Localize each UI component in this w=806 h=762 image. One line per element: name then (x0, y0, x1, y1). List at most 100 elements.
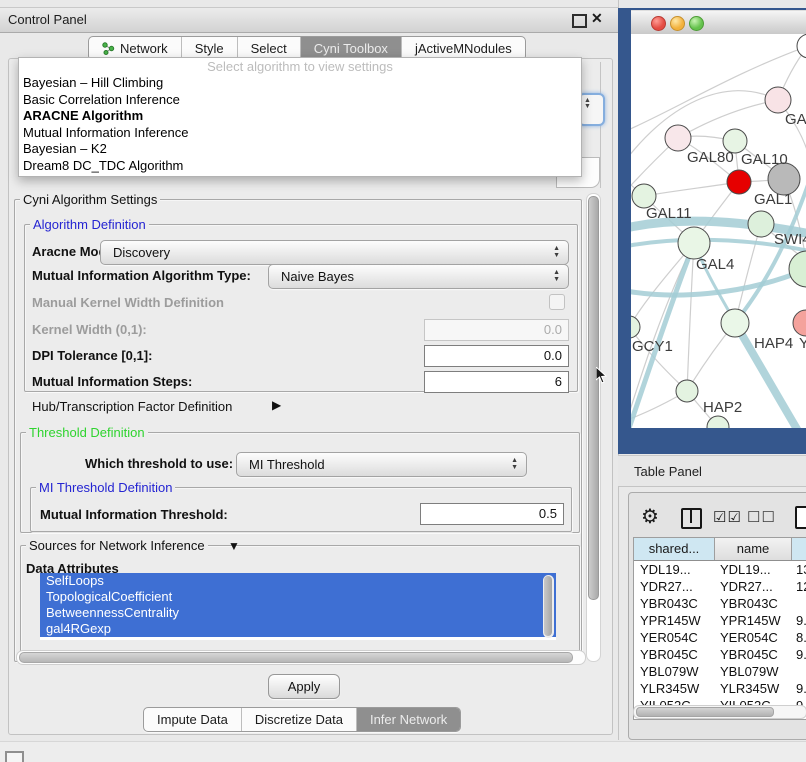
network-canvas[interactable]: GALGAL80GAL10GAL1GAL11SWI4GAL4GCY1HAP4YH… (631, 34, 806, 428)
network-node-hap4[interactable] (721, 309, 749, 337)
show-columns-icon[interactable] (681, 508, 702, 529)
network-node-gal4[interactable] (678, 227, 710, 259)
network-node-gal80[interactable] (665, 125, 691, 151)
spinner-icon: ▲▼ (553, 245, 560, 259)
table-row-1: YDR27...YDR27...12 (634, 578, 806, 595)
table-cell[interactable]: YDL19... (714, 561, 790, 578)
scrollbar-thumb[interactable] (636, 707, 774, 717)
table-panel-titlebar[interactable]: Table Panel (618, 455, 806, 487)
scrollbar-thumb[interactable] (19, 652, 573, 663)
network-node[interactable] (797, 34, 806, 58)
network-node-y[interactable] (793, 310, 806, 336)
minimize-traffic-light[interactable] (670, 16, 685, 31)
table-cell[interactable]: 9. (790, 646, 806, 663)
apply-button[interactable]: Apply (268, 674, 340, 699)
table-cell[interactable]: YPR145W (634, 612, 714, 629)
table-cell[interactable]: 13 (790, 561, 806, 578)
bottom-tab-discretize-data[interactable]: Discretize Data (241, 708, 356, 731)
attributes-scrollbar[interactable] (543, 575, 554, 638)
column-header-shared[interactable]: shared... (634, 538, 715, 560)
manual-kernel-label: Manual Kernel Width Definition (32, 295, 224, 310)
table-cell[interactable]: YLR345W (634, 680, 714, 697)
table-cell[interactable]: 8. (790, 629, 806, 646)
gear-icon[interactable]: ⚙ (641, 504, 659, 529)
network-node-gal[interactable] (765, 87, 791, 113)
data-attribute-item-betweennesscentrality[interactable]: BetweennessCentrality (40, 605, 556, 621)
table-cell[interactable]: YBR043C (714, 595, 790, 612)
minimized-panel-icon[interactable] (5, 751, 24, 762)
data-attribute-item-selfloops[interactable]: SelfLoops (40, 573, 556, 589)
unselect-all-columns-icon[interactable]: ☐☐ (747, 508, 776, 526)
algorithm-combobox-fragment[interactable]: ▲▼ (578, 93, 605, 126)
mi-steps-input[interactable]: 6 (424, 371, 569, 393)
table-cell[interactable]: 9. (790, 612, 806, 629)
network-window-titlebar[interactable] (631, 10, 806, 36)
kernel-width-input[interactable]: 0.0 (424, 319, 569, 341)
manual-kernel-checkbox[interactable] (549, 294, 565, 310)
table-cell[interactable]: YBL079W (634, 663, 714, 680)
table-cell[interactable]: YER054C (634, 629, 714, 646)
column-header-name[interactable]: name (715, 538, 792, 560)
sources-group-title[interactable]: Sources for Network Inference (26, 538, 208, 553)
table-cell[interactable]: YPR145W (714, 612, 790, 629)
expand-triangle-icon[interactable]: ▶ (272, 398, 281, 412)
data-attribute-item-topologicalcoefficient[interactable]: TopologicalCoefficient (40, 589, 556, 605)
table-cell[interactable]: YER054C (714, 629, 790, 646)
settings-vertical-scrollbar[interactable] (586, 193, 601, 662)
table-cell[interactable]: YBR043C (634, 595, 714, 612)
zoom-traffic-light[interactable] (689, 16, 704, 31)
bottom-tab-impute-data[interactable]: Impute Data (144, 708, 241, 731)
close-traffic-light[interactable] (651, 16, 666, 31)
scrollbar-thumb[interactable] (588, 196, 599, 600)
settings-horizontal-scrollbar[interactable] (16, 650, 586, 665)
table-cell[interactable]: YBL079W (714, 663, 790, 680)
threshold-definition-title: Threshold Definition (26, 425, 148, 440)
table-cell[interactable]: YDR27... (634, 578, 714, 595)
close-icon[interactable]: ✕ (591, 10, 603, 27)
algorithm-option-bayesian-hill-climbing[interactable]: Bayesian – Hill Climbing (19, 75, 581, 92)
table-cell[interactable]: 9. (790, 680, 806, 697)
table-cell[interactable]: YDL19... (634, 561, 714, 578)
scrollbar-thumb[interactable] (544, 576, 552, 636)
which-threshold-select[interactable]: MI Threshold ▲▼ (236, 452, 527, 477)
table-cell[interactable]: YDR27... (714, 578, 790, 595)
table-cell[interactable]: 12 (790, 578, 806, 595)
bottom-tab-infer-network[interactable]: Infer Network (356, 708, 460, 731)
kernel-width-label: Kernel Width (0,1): (32, 322, 147, 337)
table-cell[interactable]: YBR045C (714, 646, 790, 663)
network-icon (102, 42, 115, 55)
table-cell[interactable]: YBR045C (634, 646, 714, 663)
hub-definition-label[interactable]: Hub/Transcription Factor Definition (32, 399, 232, 414)
algorithm-option-dream8-dc-tdc-algorithm[interactable]: Dream8 DC_TDC Algorithm (19, 158, 581, 175)
dpi-tolerance-label: DPI Tolerance [0,1]: (32, 348, 152, 363)
select-all-columns-icon[interactable]: ☑☑ (713, 508, 742, 526)
table-body: YDL19...YDL19...13YDR27...YDR27...12YBR0… (634, 561, 806, 714)
data-attribute-item-gal4rgexp[interactable]: gal4RGexp (40, 621, 556, 637)
table-cell[interactable] (790, 595, 806, 612)
network-view-window[interactable]: GALGAL80GAL10GAL1GAL11SWI4GAL4GCY1HAP4YH… (618, 8, 806, 454)
export-table-icon[interactable] (795, 506, 806, 529)
data-attributes-list[interactable]: SelfLoopsTopologicalCoefficientBetweenne… (40, 573, 556, 640)
dpi-tolerance-input[interactable]: 0.0 (424, 345, 569, 367)
mi-threshold-input[interactable]: 0.5 (420, 503, 564, 525)
table-cell[interactable] (790, 663, 806, 680)
algorithm-option-basic-correlation-inference[interactable]: Basic Correlation Inference (19, 92, 581, 109)
collapse-triangle-icon[interactable]: ▼ (228, 539, 240, 553)
network-node-gcy1[interactable] (631, 316, 640, 338)
column-header-a[interactable]: A (792, 538, 806, 560)
mi-type-select[interactable]: Naive Bayes ▲▼ (268, 264, 569, 289)
algorithm-option-bayesian-k2[interactable]: Bayesian – K2 (19, 141, 581, 158)
network-node-swi4[interactable] (748, 211, 774, 237)
float-window-icon[interactable] (572, 14, 587, 28)
network-node[interactable] (789, 251, 806, 287)
aracne-mode-select[interactable]: Discovery ▲▼ (100, 240, 569, 265)
table-horizontal-scrollbar[interactable] (633, 705, 806, 719)
table-cell[interactable]: YLR345W (714, 680, 790, 697)
network-edge[interactable] (644, 182, 739, 196)
network-node-hap2[interactable] (676, 380, 698, 402)
algorithm-option-mutual-information-inference[interactable]: Mutual Information Inference (19, 125, 581, 142)
algorithm-option-aracne-algorithm[interactable]: ARACNE Algorithm (19, 108, 581, 125)
control-panel-titlebar[interactable]: Control Panel ✕ (0, 7, 618, 33)
mouse-cursor (596, 367, 608, 385)
network-node-gal1[interactable] (727, 170, 751, 194)
